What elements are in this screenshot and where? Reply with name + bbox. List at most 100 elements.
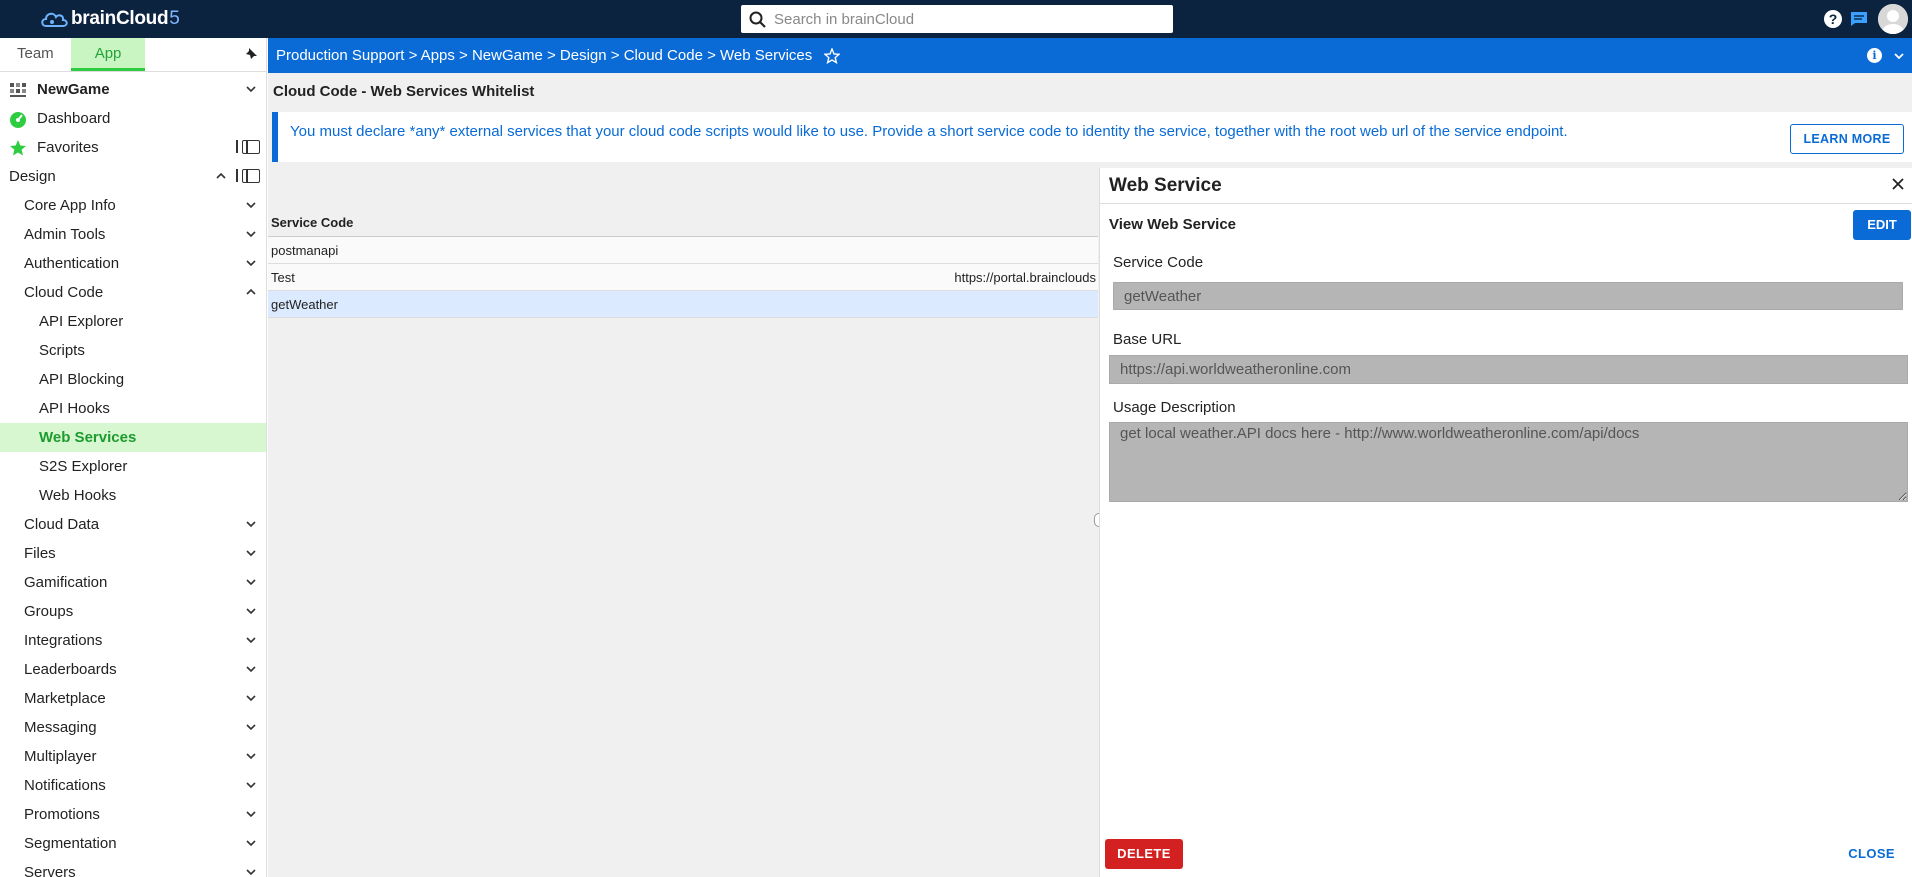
sidebar-item-label: Messaging — [24, 719, 97, 736]
sidebar-item-label: Web Services — [39, 429, 137, 446]
service-code-field[interactable] — [1113, 282, 1903, 310]
close-button[interactable]: CLOSE — [1848, 846, 1895, 861]
chevron-down-icon — [246, 782, 256, 789]
sidebar-item-label: API Explorer — [39, 313, 124, 330]
sidebar-item-cloud-data[interactable]: Cloud Data — [0, 510, 266, 539]
sidebar-item-web-services[interactable]: Web Services — [0, 423, 266, 452]
sidebar-item-servers[interactable]: Servers — [0, 858, 266, 877]
sidebar-item-multiplayer[interactable]: Multiplayer — [0, 742, 266, 771]
sidebar-item-label: Promotions — [24, 806, 100, 823]
help-icon[interactable]: ? — [1824, 10, 1842, 28]
chevron-down-icon — [246, 695, 256, 702]
chat-icon[interactable] — [1850, 11, 1868, 27]
learn-more-button[interactable]: LEARN MORE — [1790, 124, 1904, 154]
sidebar-item-label: Admin Tools — [24, 226, 106, 243]
app-icon — [10, 82, 26, 97]
avatar[interactable] — [1878, 4, 1908, 34]
pin-icon[interactable] — [244, 47, 258, 61]
table-row[interactable]: Test https://portal.brainclouds — [268, 264, 1098, 291]
chevron-down-icon — [246, 753, 256, 760]
panel-toggle-icon[interactable] — [236, 140, 260, 154]
chevron-down-icon[interactable] — [1894, 51, 1904, 61]
base-url-label: Base URL — [1113, 331, 1182, 348]
sidebar-item-marketplace[interactable]: Marketplace — [0, 684, 266, 713]
service-code-cell: Test — [271, 270, 295, 285]
table-row[interactable]: postmanapi — [268, 237, 1098, 264]
tab-app[interactable]: App — [70, 38, 146, 71]
sidebar-item-scripts[interactable]: Scripts — [0, 336, 266, 365]
usage-description-label: Usage Description — [1113, 399, 1236, 416]
usage-description-field[interactable]: get local weather.API docs here - http:/… — [1109, 422, 1908, 502]
divider — [1100, 203, 1912, 204]
sidebar-item-leaderboards[interactable]: Leaderboards — [0, 655, 266, 684]
sidebar-item-api-hooks[interactable]: API Hooks — [0, 394, 266, 423]
sidebar-item-label: Cloud Data — [24, 516, 100, 533]
close-icon[interactable] — [1890, 176, 1906, 192]
sidebar-item-groups[interactable]: Groups — [0, 597, 266, 626]
sidebar-item-promotions[interactable]: Promotions — [0, 800, 266, 829]
edit-button[interactable]: EDIT — [1853, 210, 1911, 240]
chevron-down-icon — [246, 579, 256, 586]
sidebar-item-gamification[interactable]: Gamification — [0, 568, 266, 597]
sidebar-item-label: Files — [24, 545, 56, 562]
service-code-cell: postmanapi — [271, 243, 339, 258]
tab-team[interactable]: Team — [0, 38, 71, 71]
chevron-down-icon — [246, 608, 256, 615]
star-icon — [10, 139, 26, 155]
sidebar-item-segmentation[interactable]: Segmentation — [0, 829, 266, 858]
sidebar-item-core-app-info[interactable]: Core App Info — [0, 191, 266, 220]
chevron-up-icon — [216, 172, 226, 179]
dashboard-icon — [10, 111, 26, 128]
search-input[interactable] — [774, 10, 1154, 28]
sidebar-item-dashboard[interactable]: Dashboard — [0, 104, 266, 133]
braincloud-logo[interactable]: brainCloud 5 — [40, 8, 180, 30]
sidebar-item-integrations[interactable]: Integrations — [0, 626, 266, 655]
sidebar-section-design[interactable]: Design — [0, 162, 266, 191]
sidebar-item-authentication[interactable]: Authentication — [0, 249, 266, 278]
breadcrumb-text[interactable]: Production Support > Apps > NewGame > De… — [276, 47, 812, 64]
sidebar-item-web-hooks[interactable]: Web Hooks — [0, 481, 266, 510]
sidebar-item-s2s-explorer[interactable]: S2S Explorer — [0, 452, 266, 481]
info-icon[interactable]: i — [1867, 48, 1882, 63]
app-selector[interactable]: NewGame — [0, 75, 266, 104]
sidebar-item-label: Integrations — [24, 632, 103, 649]
web-service-drawer: Web Service View Web Service EDIT Servic… — [1099, 168, 1912, 877]
chevron-up-icon — [246, 288, 256, 295]
favorite-star-icon[interactable] — [824, 47, 841, 64]
delete-button[interactable]: DELETE — [1105, 839, 1183, 869]
logo-version: 5 — [169, 8, 180, 29]
sidebar-item-label: Notifications — [24, 777, 106, 794]
column-header-service-code[interactable]: Service Code — [268, 207, 1098, 237]
base-url-field[interactable] — [1109, 355, 1908, 384]
sidebar-item-label: Scripts — [39, 342, 85, 359]
sidebar-item-label: Groups — [24, 603, 74, 620]
chevron-down-icon — [246, 202, 256, 209]
chevron-down-icon — [246, 637, 256, 644]
info-banner: You must declare *any* external services… — [272, 112, 1912, 162]
chevron-down-icon — [246, 521, 256, 528]
cloud-logo-icon — [41, 12, 68, 27]
sidebar-item-label: Authentication — [24, 255, 120, 272]
search-icon — [749, 11, 766, 28]
drawer-subtitle: View Web Service — [1109, 216, 1237, 233]
sidebar-item-messaging[interactable]: Messaging — [0, 713, 266, 742]
sidebar-item-api-explorer[interactable]: API Explorer — [0, 307, 266, 336]
global-search[interactable] — [741, 5, 1173, 33]
chevron-down-icon — [246, 666, 256, 673]
service-code-label: Service Code — [1113, 254, 1204, 271]
sidebar-item-favorites[interactable]: Favorites — [0, 133, 266, 162]
sidebar-item-admin-tools[interactable]: Admin Tools — [0, 220, 266, 249]
chevron-down-icon — [246, 724, 256, 731]
sidebar-item-files[interactable]: Files — [0, 539, 266, 568]
sidebar-item-api-blocking[interactable]: API Blocking — [0, 365, 266, 394]
breadcrumb-actions: i — [1867, 48, 1904, 63]
chevron-down-icon — [246, 811, 256, 818]
sidebar-item-notifications[interactable]: Notifications — [0, 771, 266, 800]
sidebar-item-cloud-code[interactable]: Cloud Code — [0, 278, 266, 307]
panel-toggle-icon[interactable] — [236, 169, 260, 183]
sidebar-tabs: Team App — [0, 38, 266, 72]
sidebar-item-label: Segmentation — [24, 835, 117, 852]
table-row-selected[interactable]: getWeather — [268, 291, 1098, 318]
banner-text: You must declare *any* external services… — [290, 123, 1568, 140]
sidebar-item-label: Dashboard — [37, 110, 111, 127]
